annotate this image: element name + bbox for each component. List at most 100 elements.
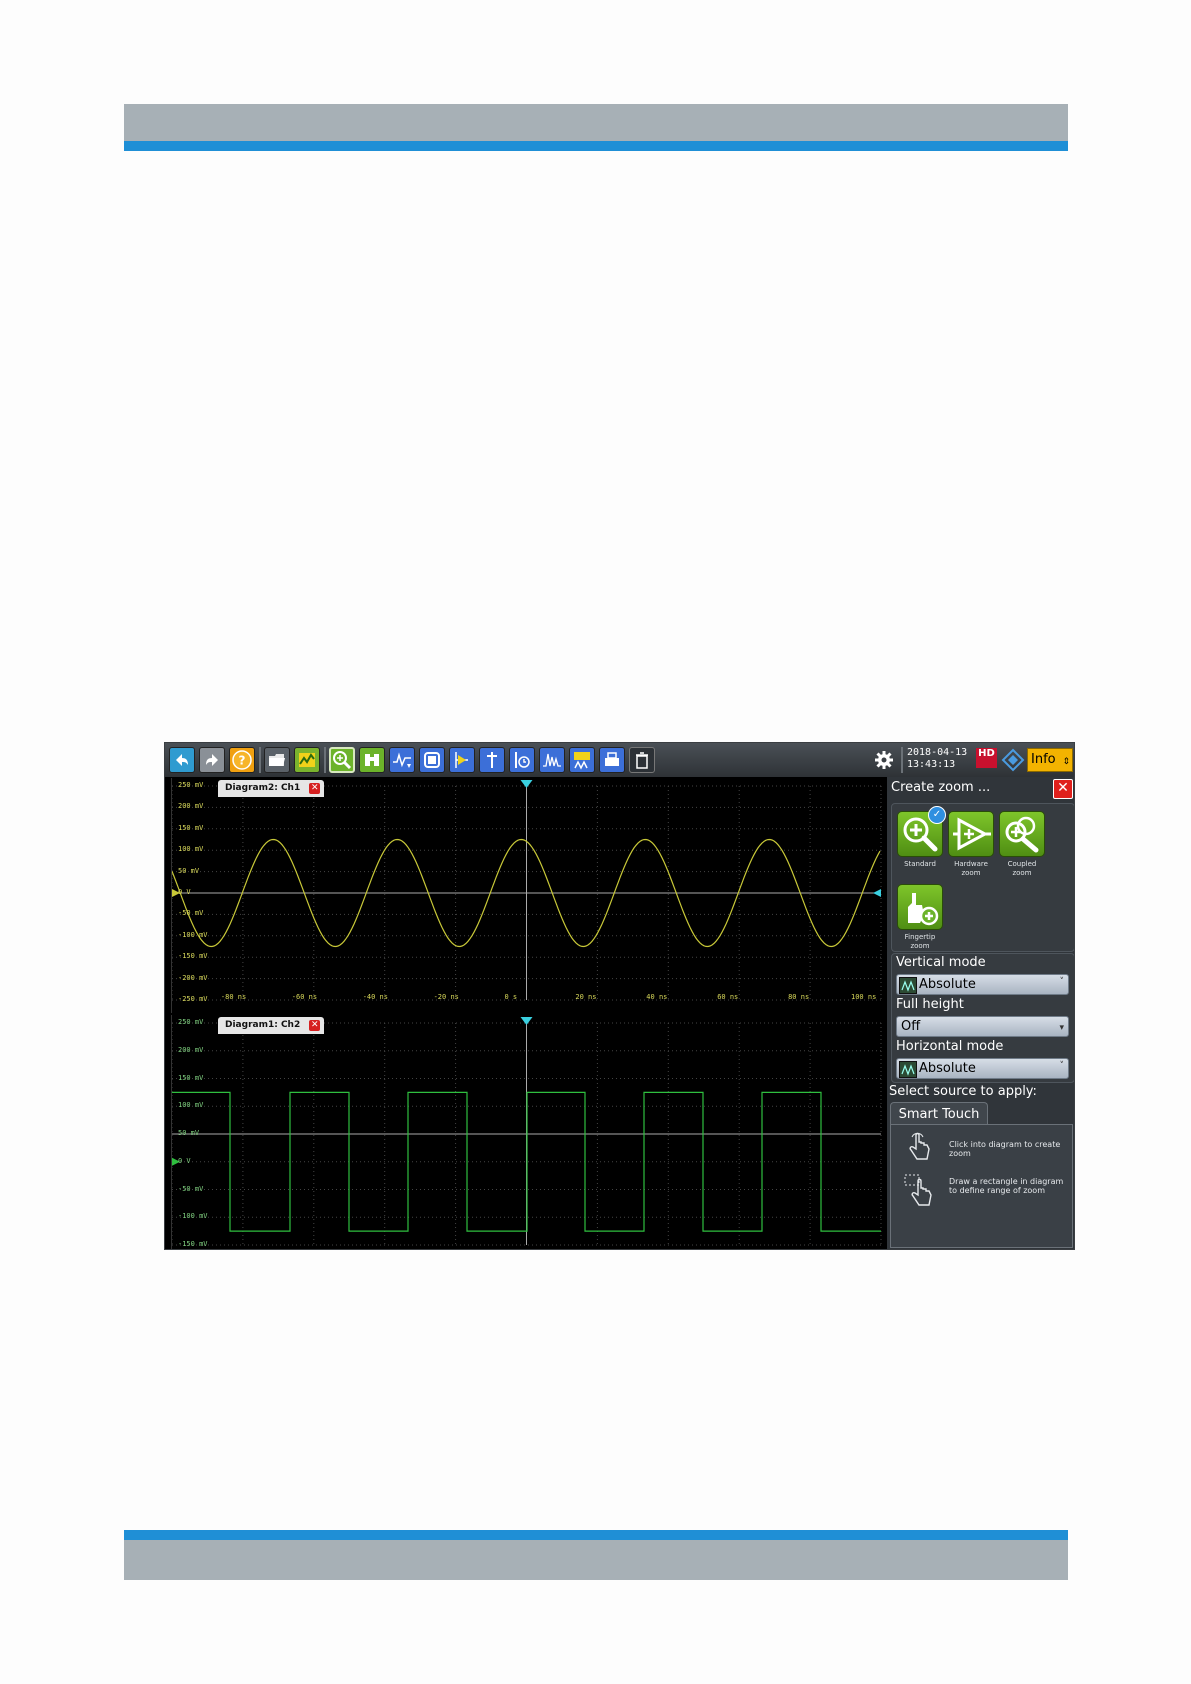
zoom-tool-button[interactable] — [329, 747, 355, 773]
history-tool-button[interactable] — [509, 747, 535, 773]
horizontal-mode-select[interactable]: Absolute ˅ — [896, 1058, 1069, 1079]
full-height-value: Off — [901, 1019, 921, 1034]
diagram-ch2-plot[interactable] — [172, 1015, 883, 1250]
diagram-ch1-close-button[interactable]: ✕ — [309, 783, 321, 794]
diagram-ch2-close-button[interactable]: ✕ — [309, 1020, 321, 1031]
page-footer-bar — [124, 1540, 1068, 1580]
measure-tool-button[interactable] — [389, 747, 415, 773]
settings-button[interactable] — [871, 747, 897, 773]
y-tick-label: 200 mV — [178, 1045, 204, 1054]
standard-zoom-label: Standard — [891, 860, 949, 869]
smart-touch-panel: Click into diagram to create zoom Draw a… — [890, 1124, 1073, 1248]
hd-label: HD — [978, 748, 995, 759]
cursor-tool-button[interactable] — [449, 747, 475, 773]
selected-check-icon: ✓ — [928, 806, 946, 824]
coupled-zoom-label: Coupled zoom — [993, 860, 1051, 878]
spectrum-icon — [574, 752, 590, 770]
vertical-mode-label: Vertical mode — [896, 955, 986, 970]
hardware-zoom-button[interactable] — [948, 811, 994, 857]
toolbar: ? 2018-04-13 13:43:13 HD Info ⇕ — [165, 743, 1074, 777]
delete-button[interactable] — [629, 747, 655, 773]
zoom-mode-group: Vertical mode Absolute ˅ Full height Off… — [891, 953, 1074, 1083]
toolbar-separator — [259, 747, 261, 773]
create-zoom-close-button[interactable]: ✕ — [1053, 779, 1073, 799]
y-tick-label: -150 mV — [178, 952, 208, 961]
x-tick-label: 100 ns — [851, 993, 877, 1001]
search-tool-button[interactable] — [359, 747, 385, 773]
diagram-ch1[interactable]: Diagram2: Ch1 ✕ 250 mV 200 mV 150 mV 100 mV… — [171, 778, 883, 1013]
y-tick-label: 200 mV — [178, 802, 204, 811]
page-footer-accent-line — [124, 1530, 1068, 1540]
full-height-select[interactable]: Off ▾ — [896, 1016, 1069, 1037]
mask-tool-button[interactable] — [419, 747, 445, 773]
x-tick-label: 20 ns — [575, 993, 597, 1001]
info-arrow-icon: ⇕ — [1062, 757, 1070, 767]
draw-hint-text: Draw a rectangle in diagram to define ra… — [949, 1177, 1064, 1195]
horizontal-mode-icon — [899, 1061, 917, 1078]
y-tick-label: 250 mV — [178, 1018, 204, 1026]
y-tick-label: 150 mV — [178, 823, 204, 832]
svg-text:?: ? — [239, 754, 246, 768]
diagram-ch2-tab[interactable]: Diagram1: Ch2 ✕ — [218, 1017, 325, 1034]
dropdown-caret-icon: ▾ — [1059, 1023, 1064, 1033]
hardware-zoom-label: Hardware zoom — [942, 860, 1000, 878]
annotation-tool-button[interactable] — [479, 747, 505, 773]
history-icon — [515, 752, 530, 768]
diagram-ch1-tab[interactable]: Diagram2: Ch1 ✕ — [218, 780, 325, 797]
undo-icon — [176, 754, 188, 766]
gear-icon — [875, 751, 893, 769]
diagram-ch1-plot[interactable] — [172, 778, 883, 1013]
open-file-button[interactable] — [264, 747, 290, 773]
binoculars-icon — [365, 754, 379, 766]
print-icon — [605, 752, 619, 766]
toolbar-separator — [324, 747, 326, 773]
autoset-button[interactable] — [294, 747, 320, 773]
fft-icon — [543, 753, 561, 767]
toolbar-separator — [901, 747, 903, 773]
y-tick-label: 50 mV — [178, 1129, 200, 1137]
horizontal-mode-label: Horizontal mode — [896, 1039, 1004, 1054]
fingertip-zoom-button[interactable] — [897, 884, 943, 930]
clock-time: 13:43:13 — [907, 759, 956, 770]
fingertip-zoom-label: Fingertip zoom — [891, 933, 949, 951]
tab-smart-touch[interactable]: Smart Touch — [890, 1102, 988, 1126]
zoom-icon — [333, 751, 352, 770]
oscilloscope-screen: ? 2018-04-13 13:43:13 HD Info ⇕ Diagram2… — [164, 742, 1075, 1250]
standard-zoom-label-line1: Standard — [904, 860, 936, 868]
draw-rectangle-hand-icon — [904, 1174, 932, 1206]
rohde-schwarz-logo-icon — [1001, 748, 1025, 772]
cursor-icon — [455, 752, 468, 768]
page-header-bar — [124, 104, 1068, 141]
y-tick-label: 50 mV — [178, 866, 200, 875]
info-button[interactable]: Info ⇕ — [1027, 748, 1073, 772]
fingertip-zoom-icon — [908, 893, 939, 926]
y-tick-label: -150 mV — [178, 1240, 208, 1248]
y-tick-label: 100 mV — [178, 845, 204, 854]
fft-tool-button[interactable] — [539, 747, 565, 773]
trigger-level-marker-icon — [873, 889, 881, 897]
redo-button[interactable] — [199, 747, 225, 773]
x-tick-label: 80 ns — [788, 993, 810, 1001]
redo-icon — [206, 754, 218, 766]
hardware-zoom-label-line1: Hardware — [954, 860, 988, 868]
fingertip-zoom-label-line1: Fingertip — [904, 933, 936, 941]
coupled-zoom-button[interactable] — [999, 811, 1045, 857]
vertical-mode-select[interactable]: Absolute ˅ — [896, 974, 1069, 995]
y-tick-label: -250 mV — [178, 995, 208, 1003]
click-hint-text: Click into diagram to create zoom — [949, 1140, 1061, 1158]
print-tool-button[interactable] — [599, 747, 625, 773]
x-tick-label: -20 ns — [433, 993, 459, 1001]
zoom-type-group: ✓ Standard Hardware zoom Coupled zoom Fi… — [891, 803, 1074, 952]
x-tick-label: 60 ns — [717, 993, 739, 1001]
help-button[interactable]: ? — [229, 747, 255, 773]
undo-button[interactable] — [169, 747, 195, 773]
spectrum-tool-button[interactable] — [569, 747, 595, 773]
y-tick-label: 250 mV — [178, 781, 204, 789]
dropdown-caret-icon: ˅ — [1059, 1061, 1065, 1071]
select-source-label: Select source to apply: — [889, 1084, 1037, 1099]
tap-hand-icon — [909, 1132, 930, 1160]
diagram-ch2[interactable]: Diagram1: Ch2 ✕ 250 mV 200 mV 150 mV 100 mV… — [171, 1015, 883, 1250]
diagram-ch1-tab-label: Diagram2: Ch1 — [225, 783, 301, 793]
coupled-zoom-label-line2: zoom — [1012, 869, 1032, 877]
x-tick-label: -60 ns — [291, 993, 318, 1001]
